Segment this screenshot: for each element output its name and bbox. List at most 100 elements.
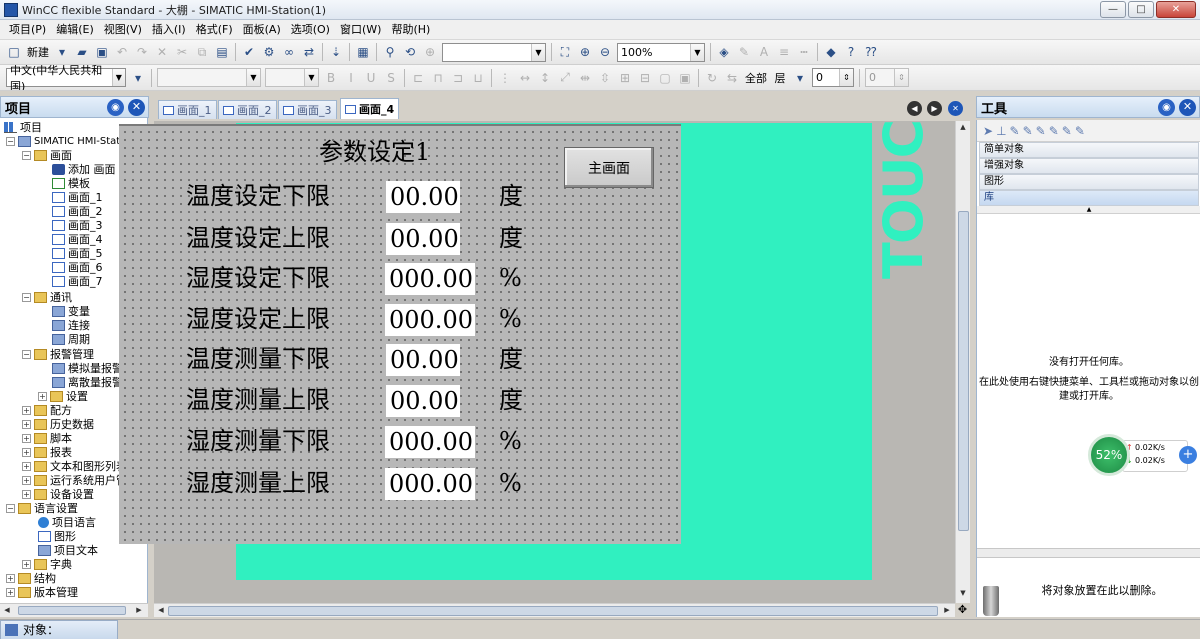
line-width-icon[interactable]: ≡ xyxy=(775,43,793,61)
pin-icon[interactable]: ◉ xyxy=(107,99,124,116)
help-icon[interactable]: ? xyxy=(842,43,860,61)
move-icon[interactable]: ✥ xyxy=(955,603,970,617)
close-icon[interactable]: ✕ xyxy=(1179,99,1196,116)
tree-item-reports[interactable]: + 报表 xyxy=(22,445,72,459)
context-help-icon[interactable]: ⁇ xyxy=(862,43,880,61)
tree-item-discrete-alarms[interactable]: 离散量报警 xyxy=(52,375,123,389)
expand-icon[interactable]: + xyxy=(22,475,31,485)
expand-icon[interactable]: + xyxy=(38,391,47,401)
collapse-icon[interactable]: − xyxy=(22,292,31,302)
find-icon[interactable]: ⚲ xyxy=(381,43,399,61)
tool-circle-icon[interactable]: ✎ xyxy=(1049,124,1059,138)
scroll-thumb[interactable] xyxy=(18,606,126,615)
tree-item-device-settings[interactable]: + 设备设置 xyxy=(22,487,94,501)
tree-item-language-settings[interactable]: − 语言设置 xyxy=(6,501,78,515)
center-h-icon[interactable]: ⊞ xyxy=(616,69,634,87)
same-height-icon[interactable]: ↕ xyxy=(536,69,554,87)
copy-icon[interactable]: ⧉ xyxy=(193,43,211,61)
param-unit[interactable]: 度 xyxy=(499,220,523,256)
menu-faceplates[interactable]: 面板(A) xyxy=(238,21,286,39)
collapse-icon[interactable]: − xyxy=(22,150,31,160)
param-label[interactable]: 温度设定上限 xyxy=(186,220,330,256)
expand-icon[interactable]: + xyxy=(22,433,31,443)
align-left-icon[interactable]: ⊏ xyxy=(409,69,427,87)
ungroup-icon[interactable]: ▣ xyxy=(676,69,694,87)
collapse-icon[interactable]: − xyxy=(6,136,15,146)
param-unit[interactable]: % xyxy=(499,260,522,296)
zoom-in-icon[interactable]: ⊕ xyxy=(576,43,594,61)
tree-item-scripts[interactable]: + 脚本 xyxy=(22,431,72,445)
tab-screen-4[interactable]: 画面_4 xyxy=(340,98,400,119)
tab-screen-3[interactable]: 画面_3 xyxy=(278,100,337,119)
new-icon[interactable]: □ xyxy=(5,43,23,61)
param-io-field[interactable]: 000.00 xyxy=(385,263,475,295)
tree-item-project[interactable]: 项目 xyxy=(4,120,42,134)
scroll-left-icon[interactable]: ◀ xyxy=(0,606,14,614)
scroll-down-icon[interactable]: ▼ xyxy=(956,589,970,597)
tab-close-icon[interactable]: ✕ xyxy=(948,101,963,116)
param-io-field[interactable]: 00.00 xyxy=(386,385,460,417)
expand-icon[interactable]: + xyxy=(22,447,31,457)
param-unit[interactable]: % xyxy=(499,465,522,501)
object-status[interactable]: 对象： xyxy=(0,620,118,639)
main-screen-button[interactable]: 主画面 xyxy=(564,147,654,188)
space-v-icon[interactable]: ⇳ xyxy=(596,69,614,87)
download-icon[interactable]: ⇣ xyxy=(327,43,345,61)
bold-icon[interactable]: B xyxy=(322,69,340,87)
tree-item-recipes[interactable]: + 配方 xyxy=(22,403,72,417)
tab-next-icon[interactable]: ▶ xyxy=(927,101,942,116)
menu-options[interactable]: 选项(O) xyxy=(286,21,335,39)
param-label[interactable]: 温度测量上限 xyxy=(186,382,330,418)
tree-item-screen-7[interactable]: 画面_7 xyxy=(52,274,103,288)
scroll-left-icon[interactable]: ◀ xyxy=(154,606,168,614)
tree-item-screens[interactable]: − 画面 xyxy=(22,148,72,162)
tree-item-screen-1[interactable]: 画面_1 xyxy=(52,190,103,204)
tree-item-screen-2[interactable]: 画面_2 xyxy=(52,204,103,218)
language-select[interactable]: 中文(中华人民共和国) ▼ xyxy=(6,65,126,90)
space-h-icon[interactable]: ⇹ xyxy=(576,69,594,87)
tree-item-screen-5[interactable]: 画面_5 xyxy=(52,246,103,260)
param-label[interactable]: 温度设定下限 xyxy=(186,178,330,214)
same-width-icon[interactable]: ↔ xyxy=(516,69,534,87)
network-monitor[interactable]: ↑ 0.02K/s ↓ 0.02K/s 52% + xyxy=(1088,434,1200,476)
tree-item-tags[interactable]: 变量 xyxy=(52,304,90,318)
zoom-out-icon[interactable]: ⊖ xyxy=(596,43,614,61)
tree-item-screen-4[interactable]: 画面_4 xyxy=(52,232,103,246)
check-icon[interactable]: ✔ xyxy=(240,43,258,61)
tab-screen-2[interactable]: 画面_2 xyxy=(218,100,277,119)
align-top-icon[interactable]: ⊔ xyxy=(469,69,487,87)
paste-icon[interactable]: ▤ xyxy=(213,43,231,61)
menu-edit[interactable]: 编辑(E) xyxy=(51,21,99,39)
editor-horizontal-scrollbar[interactable]: ◀ ▶ xyxy=(154,603,955,617)
tree-item-project-texts[interactable]: 项目文本 xyxy=(38,543,98,557)
tree-item-text-graphic-lists[interactable]: + 文本和图形列表 xyxy=(22,459,127,473)
scroll-right-icon[interactable]: ▶ xyxy=(132,606,146,614)
same-size-icon[interactable]: ⤢ xyxy=(556,69,574,87)
category-simple-objects[interactable]: 简单对象 xyxy=(979,142,1199,158)
project-view-icon[interactable]: ▦ xyxy=(354,43,372,61)
font-color-icon[interactable]: A xyxy=(755,43,773,61)
zoom-fit-icon[interactable]: ⛶ xyxy=(556,43,574,61)
line-color-icon[interactable]: ✎ xyxy=(735,43,753,61)
param-unit[interactable]: 度 xyxy=(499,382,523,418)
close-icon[interactable]: ✕ xyxy=(128,99,145,116)
font-size-select[interactable]: ▼ xyxy=(265,68,319,87)
runtime-icon[interactable]: ∞ xyxy=(280,43,298,61)
tree-item-version-mgmt[interactable]: + 版本管理 xyxy=(6,585,78,599)
menu-format[interactable]: 格式(F) xyxy=(191,21,238,39)
param-label[interactable]: 湿度测量下限 xyxy=(186,423,330,459)
pointer-icon[interactable]: ➤ xyxy=(983,124,993,138)
flip-icon[interactable]: ⇆ xyxy=(723,69,741,87)
tool-polygon-icon[interactable]: ✎ xyxy=(1023,124,1033,138)
expand-icon[interactable]: + xyxy=(6,573,15,583)
tree-item-project-languages[interactable]: 项目语言 xyxy=(38,515,96,529)
category-enhanced-objects[interactable]: 增强对象 xyxy=(979,158,1199,174)
param-io-field[interactable]: 00.00 xyxy=(386,181,460,213)
second-spinner[interactable]: 0 ⇕ xyxy=(865,68,909,87)
tree-item-comm[interactable]: − 通讯 xyxy=(22,290,72,304)
tree-item-screen-3[interactable]: 画面_3 xyxy=(52,218,103,232)
category-graphics[interactable]: 图形 xyxy=(979,174,1199,190)
editor-vertical-scrollbar[interactable]: ▲ ▼ xyxy=(955,121,970,603)
redo-icon[interactable]: ↷ xyxy=(133,43,151,61)
menu-help[interactable]: 帮助(H) xyxy=(386,21,435,39)
